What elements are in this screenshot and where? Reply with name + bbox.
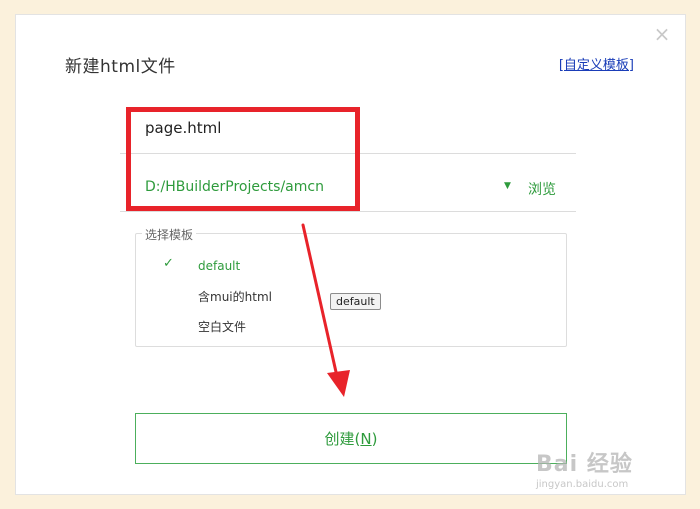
template-item-blank-file[interactable]: 空白文件 bbox=[198, 318, 246, 335]
create-button[interactable]: 创建(N) bbox=[135, 413, 567, 464]
template-item-mui-html[interactable]: 含mui的html bbox=[198, 288, 272, 305]
template-legend: 选择模板 bbox=[142, 226, 197, 243]
browse-button[interactable]: 浏览 bbox=[528, 179, 556, 199]
template-group: 选择模板 ✓ default 含mui的html 空白文件 default bbox=[135, 226, 567, 347]
dialog-title: 新建html文件 bbox=[65, 57, 176, 77]
tooltip: default bbox=[330, 293, 381, 310]
screen: × 新建html文件 [自定义模板] ▼ 浏览 选择模板 ✓ default 含… bbox=[0, 0, 700, 509]
check-icon: ✓ bbox=[163, 256, 174, 271]
path-divider bbox=[120, 211, 576, 212]
filename-divider bbox=[120, 153, 576, 154]
create-label-suffix: ) bbox=[371, 430, 378, 448]
template-item-default[interactable]: default bbox=[198, 259, 240, 273]
new-html-file-dialog: × 新建html文件 [自定义模板] ▼ 浏览 选择模板 ✓ default 含… bbox=[15, 14, 686, 495]
create-mnemonic: N bbox=[360, 430, 372, 448]
close-icon[interactable]: × bbox=[653, 24, 671, 44]
create-label-prefix: 创建( bbox=[324, 430, 361, 448]
custom-template-link[interactable]: [自定义模板] bbox=[559, 54, 634, 73]
triangle-down-icon[interactable]: ▼ bbox=[504, 181, 511, 191]
filename-input[interactable] bbox=[145, 119, 525, 137]
path-input[interactable] bbox=[145, 179, 495, 195]
